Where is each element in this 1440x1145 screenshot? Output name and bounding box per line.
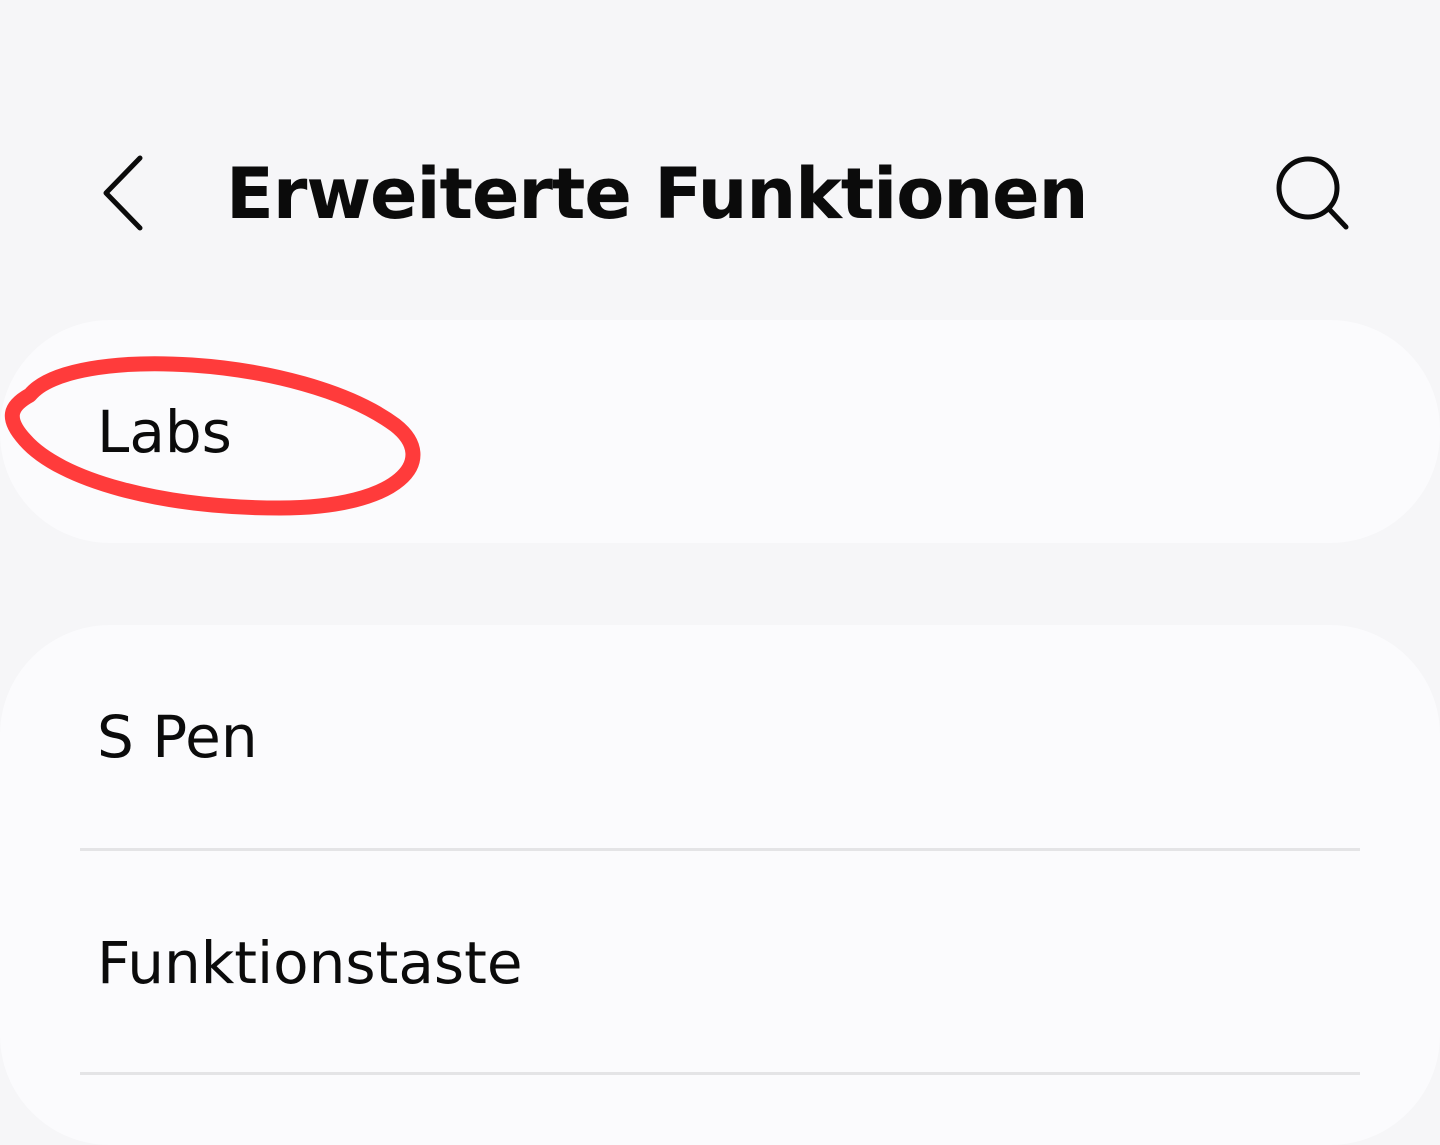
list-item-funktionstaste[interactable]: Funktionstaste bbox=[0, 851, 1440, 1075]
page-title: Erweiterte Funktionen bbox=[226, 153, 1088, 235]
labs-card: Labs bbox=[0, 320, 1440, 543]
list-item-labs[interactable]: Labs bbox=[0, 320, 1440, 543]
back-button[interactable] bbox=[88, 148, 168, 238]
list-divider bbox=[80, 1072, 1360, 1075]
search-icon bbox=[1276, 156, 1349, 230]
search-button[interactable] bbox=[1264, 146, 1360, 242]
chevron-left-icon bbox=[103, 155, 143, 231]
list-item-label: S Pen bbox=[97, 703, 258, 771]
app-header: Erweiterte Funktionen bbox=[0, 120, 1440, 270]
settings-card: S Pen Funktionstaste bbox=[0, 625, 1440, 1145]
list-item-s-pen[interactable]: S Pen bbox=[0, 625, 1440, 849]
list-item-label: Labs bbox=[97, 397, 232, 466]
list-item-label: Funktionstaste bbox=[97, 929, 523, 997]
